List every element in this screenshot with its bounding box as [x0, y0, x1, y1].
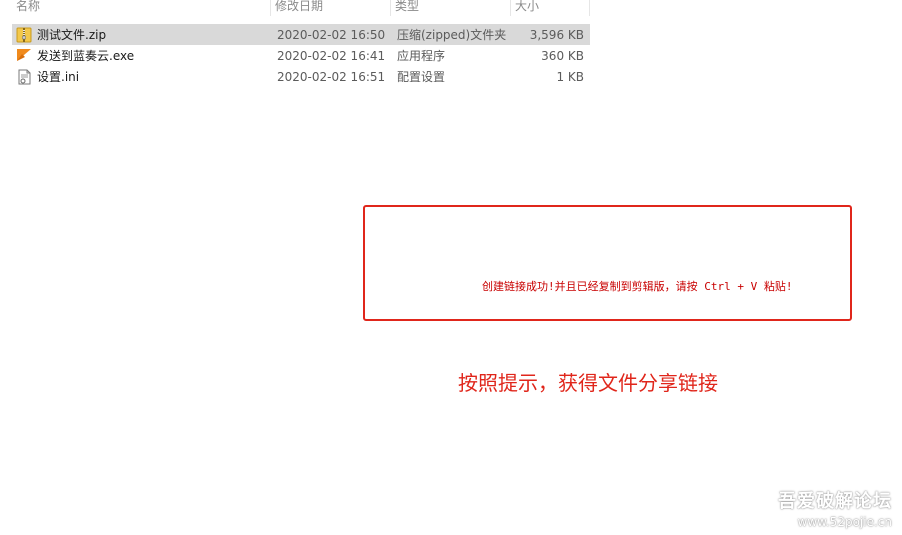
file-list: 测试文件.zip 2020-02-02 16:50 压缩(zipped)文件夹 … [12, 24, 590, 87]
file-size: 360 KB [541, 48, 584, 63]
explorer-window: 名称 修改日期 类型 大小 测试文件.zip 2020-02-02 16:50 … [0, 0, 902, 535]
file-name-cell: 设置.ini [12, 68, 271, 85]
instruction-caption: 按照提示，获得文件分享链接 [458, 371, 718, 395]
column-type-header[interactable]: 类型 [391, 0, 511, 16]
file-name-cell: 测试文件.zip [12, 26, 271, 43]
file-type: 应用程序 [397, 49, 446, 63]
file-name: 设置.ini [37, 70, 80, 84]
file-name: 测试文件.zip [37, 28, 107, 42]
watermark: 吾爱破解论坛 www.52pojie.cn [778, 487, 892, 529]
file-date: 2020-02-02 16:51 [277, 69, 386, 84]
file-size: 1 KB [556, 69, 584, 84]
ini-settings-icon [18, 69, 31, 84]
success-message-box: 创建链接成功!并且已经复制到剪辑版，请按 Ctrl + V 粘贴! [363, 205, 852, 321]
column-date-header[interactable]: 修改日期 [271, 0, 391, 16]
success-message-text: 创建链接成功!并且已经复制到剪辑版，请按 Ctrl + V 粘贴! [482, 280, 793, 293]
file-size: 3,596 KB [529, 27, 584, 42]
column-header: 名称 修改日期 类型 大小 [12, 0, 590, 16]
file-name-cell: 发送到蓝奏云.exe [12, 47, 271, 64]
file-type: 配置设置 [397, 70, 446, 84]
column-size-header[interactable]: 大小 [511, 0, 590, 16]
file-row-exe[interactable]: 发送到蓝奏云.exe 2020-02-02 16:41 应用程序 360 KB [12, 45, 590, 66]
file-row-zip[interactable]: 测试文件.zip 2020-02-02 16:50 压缩(zipped)文件夹 … [12, 24, 590, 45]
watermark-logo: 吾爱破解论坛 [778, 491, 892, 512]
application-icon [17, 48, 31, 61]
file-type: 压缩(zipped)文件夹 [397, 28, 507, 42]
file-row-ini[interactable]: 设置.ini 2020-02-02 16:51 配置设置 1 KB [12, 66, 590, 87]
file-date: 2020-02-02 16:41 [277, 48, 386, 63]
column-name-header[interactable]: 名称 [12, 0, 271, 16]
zip-folder-icon [16, 27, 32, 42]
watermark-url: www.52pojie.cn [797, 515, 892, 529]
file-date: 2020-02-02 16:50 [277, 27, 386, 42]
file-name: 发送到蓝奏云.exe [37, 49, 135, 63]
